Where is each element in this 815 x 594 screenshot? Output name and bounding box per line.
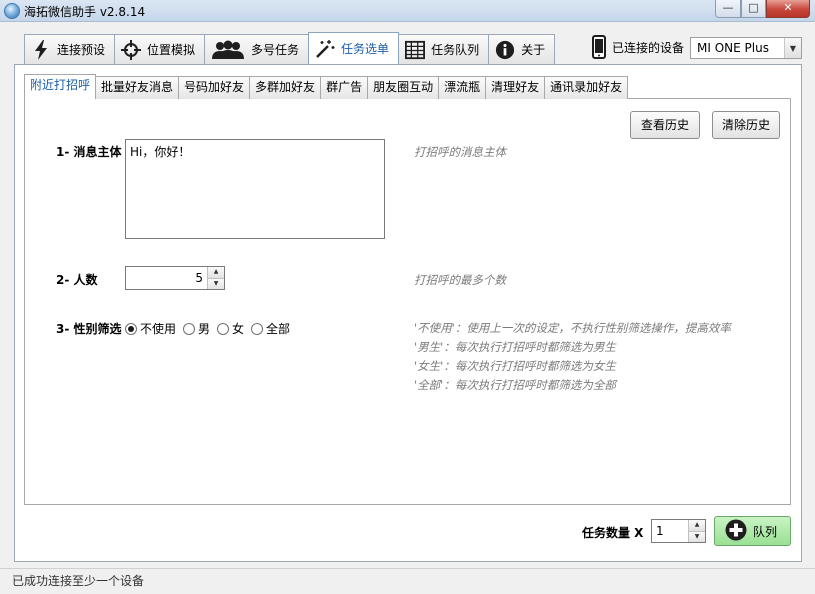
view-history-button[interactable]: 查看历史 xyxy=(630,111,700,139)
radio-label: 男 xyxy=(198,322,211,336)
info-icon xyxy=(495,40,515,60)
subtab-group-ad[interactable]: 群广告 xyxy=(320,76,369,99)
window-title: 海拓微信助手 v2.8.14 xyxy=(24,5,146,19)
stepper-down-icon[interactable]: ▼ xyxy=(208,277,224,289)
tab-about[interactable]: 关于 xyxy=(488,34,556,64)
tab-connection-preset[interactable]: 连接预设 xyxy=(24,34,116,64)
radio-label: 女 xyxy=(232,322,245,336)
maximize-button[interactable]: □ xyxy=(741,0,766,18)
subtab-add-by-number[interactable]: 号码加好友 xyxy=(178,76,251,99)
subtab-moments-interact[interactable]: 朋友圈互动 xyxy=(367,76,440,99)
tab-location-sim[interactable]: 位置模拟 xyxy=(114,34,206,64)
close-button[interactable]: ✕ xyxy=(766,0,810,18)
add-to-queue-button[interactable]: 队列 xyxy=(714,516,791,546)
lightning-icon xyxy=(31,39,51,60)
gender-radio-group: 不使用 男 女 全部 xyxy=(125,320,293,337)
status-bar: 已成功连接至少一个设备 xyxy=(0,568,815,594)
task-count-value: 1 xyxy=(656,524,664,538)
tab-label: 多号任务 xyxy=(251,43,300,57)
count-value: 5 xyxy=(195,271,203,285)
radio-label: 全部 xyxy=(266,322,291,336)
tab-label: 任务队列 xyxy=(431,43,480,57)
gender-hint-all: '全部'：每次执行打招呼时都筛选为全部 xyxy=(414,378,616,392)
tab-label: 任务选单 xyxy=(341,42,390,56)
gender-radio-female[interactable]: 女 xyxy=(217,320,244,337)
phone-icon xyxy=(592,35,606,62)
gender-hint-male: '男生'：每次执行打招呼时都筛选为男生 xyxy=(414,340,616,354)
chevron-down-icon[interactable]: ▼ xyxy=(784,38,801,58)
gender-radio-all[interactable]: 全部 xyxy=(251,320,290,337)
tab-multi-account[interactable]: 多号任务 xyxy=(204,34,310,64)
gender-label: 3- 性别筛选 xyxy=(56,322,122,336)
device-select[interactable]: MI ONE Plus ▼ xyxy=(690,37,802,59)
stepper-arrows: ▲ ▼ xyxy=(688,520,705,542)
window-controls: — □ ✕ xyxy=(715,0,810,18)
stepper-arrows: ▲ ▼ xyxy=(207,267,224,289)
radio-circle-icon xyxy=(251,322,264,335)
tab-task-menu[interactable]: 任务选单 xyxy=(308,32,400,64)
gender-radio-male[interactable]: 男 xyxy=(183,320,210,337)
stepper-down-icon[interactable]: ▼ xyxy=(689,530,705,542)
tab-label: 连接预设 xyxy=(57,43,106,57)
message-textarea[interactable]: Hi，你好！ xyxy=(125,139,385,239)
message-label: 1- 消息主体 xyxy=(56,145,122,159)
message-hint: 打招呼的消息主体 xyxy=(414,145,506,159)
main-tabs: 连接预设 位置模拟 多号任务 任务选单 任务队列 关于 xyxy=(24,32,556,64)
minimize-button[interactable]: — xyxy=(715,0,741,18)
stepper-up-icon[interactable]: ▲ xyxy=(689,520,705,531)
table-icon xyxy=(405,40,426,60)
tab-label: 关于 xyxy=(521,43,546,57)
app-globe-icon xyxy=(4,3,20,19)
title-bar: 海拓微信助手 v2.8.14 — □ ✕ xyxy=(0,0,815,22)
device-selected-value: MI ONE Plus xyxy=(697,41,769,55)
gender-hint-none: '不使用'：使用上一次的设定，不执行性别筛选操作，提高效率 xyxy=(414,321,731,335)
radio-circle-icon xyxy=(217,322,230,335)
task-count-label: 任务数量 X xyxy=(582,526,644,540)
radio-label: 不使用 xyxy=(140,322,177,336)
subtab-drift-bottle[interactable]: 漂流瓶 xyxy=(438,76,487,99)
radio-circle-icon xyxy=(183,322,196,335)
queue-button-label: 队列 xyxy=(753,524,778,539)
count-hint: 打招呼的最多个数 xyxy=(414,273,506,287)
task-count-stepper[interactable]: 1 ▲ ▼ xyxy=(651,519,706,543)
magic-wand-icon xyxy=(315,39,335,59)
device-label: 已连接的设备 xyxy=(612,41,685,55)
gender-radio-none[interactable]: 不使用 xyxy=(125,320,176,337)
subtab-nearby-greet[interactable]: 附近打招呼 xyxy=(24,74,97,99)
users-icon xyxy=(211,40,245,60)
sub-tabs: 附近打招呼 批量好友消息 号码加好友 多群加好友 群广告 朋友圈互动 漂流瓶 清… xyxy=(24,74,629,99)
subtab-contacts-add[interactable]: 通讯录加好友 xyxy=(544,76,629,99)
crosshair-icon xyxy=(121,39,142,60)
subtab-clean-friends[interactable]: 清理好友 xyxy=(485,76,546,99)
radio-circle-icon xyxy=(125,322,137,335)
plus-circle-icon xyxy=(725,519,747,544)
gender-hint-female: '女生'：每次执行打招呼时都筛选为女生 xyxy=(414,359,616,373)
stepper-up-icon[interactable]: ▲ xyxy=(208,267,224,278)
tab-label: 位置模拟 xyxy=(147,43,196,57)
tab-task-queue[interactable]: 任务队列 xyxy=(398,34,490,64)
status-text: 已成功连接至少一个设备 xyxy=(12,574,145,588)
subtab-multi-group-add[interactable]: 多群加好友 xyxy=(249,76,322,99)
subtab-bulk-friend-message[interactable]: 批量好友消息 xyxy=(95,76,180,99)
count-stepper[interactable]: 5 ▲ ▼ xyxy=(125,266,225,290)
count-label: 2- 人数 xyxy=(56,273,98,287)
clear-history-button[interactable]: 清除历史 xyxy=(712,111,780,139)
